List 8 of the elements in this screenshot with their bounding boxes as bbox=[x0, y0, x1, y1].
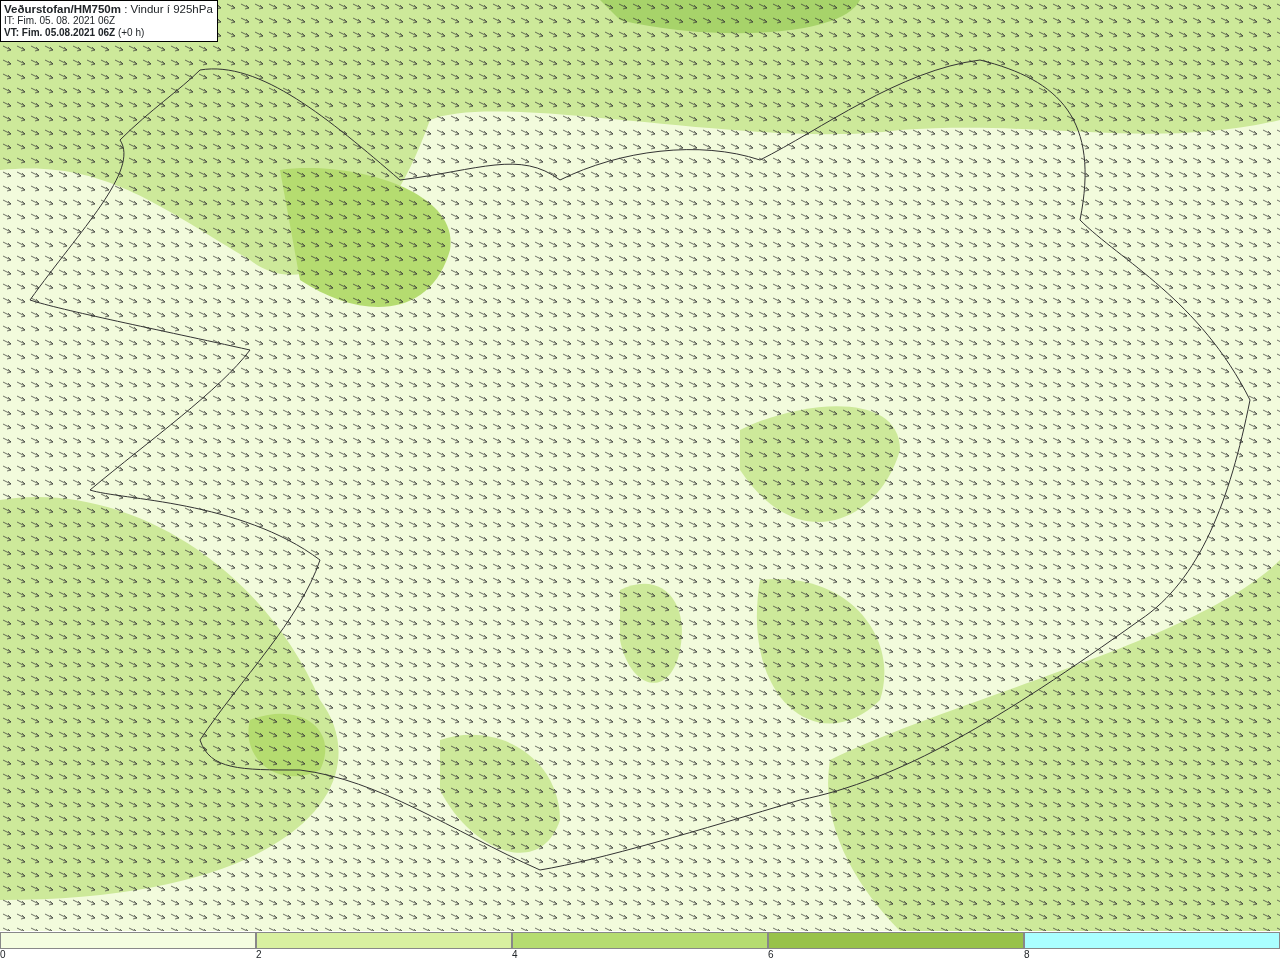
legend-tick-label: 4 bbox=[512, 949, 518, 960]
title-line: Veðurstofan/HM750m : Vindur í 925hPa bbox=[4, 3, 213, 15]
legend-tick-label: 0 bbox=[0, 949, 6, 960]
title-line: IT: Fim. 05. 08. 2021 06Z bbox=[4, 15, 117, 27]
legend-tick-label: 6 bbox=[768, 949, 774, 960]
legend-tick-label: 8 bbox=[1024, 949, 1030, 960]
legend-tick-label: 2 bbox=[256, 949, 262, 960]
title-line: VT: Fim. 05.08.2021 06Z (+0 h) bbox=[4, 27, 146, 39]
